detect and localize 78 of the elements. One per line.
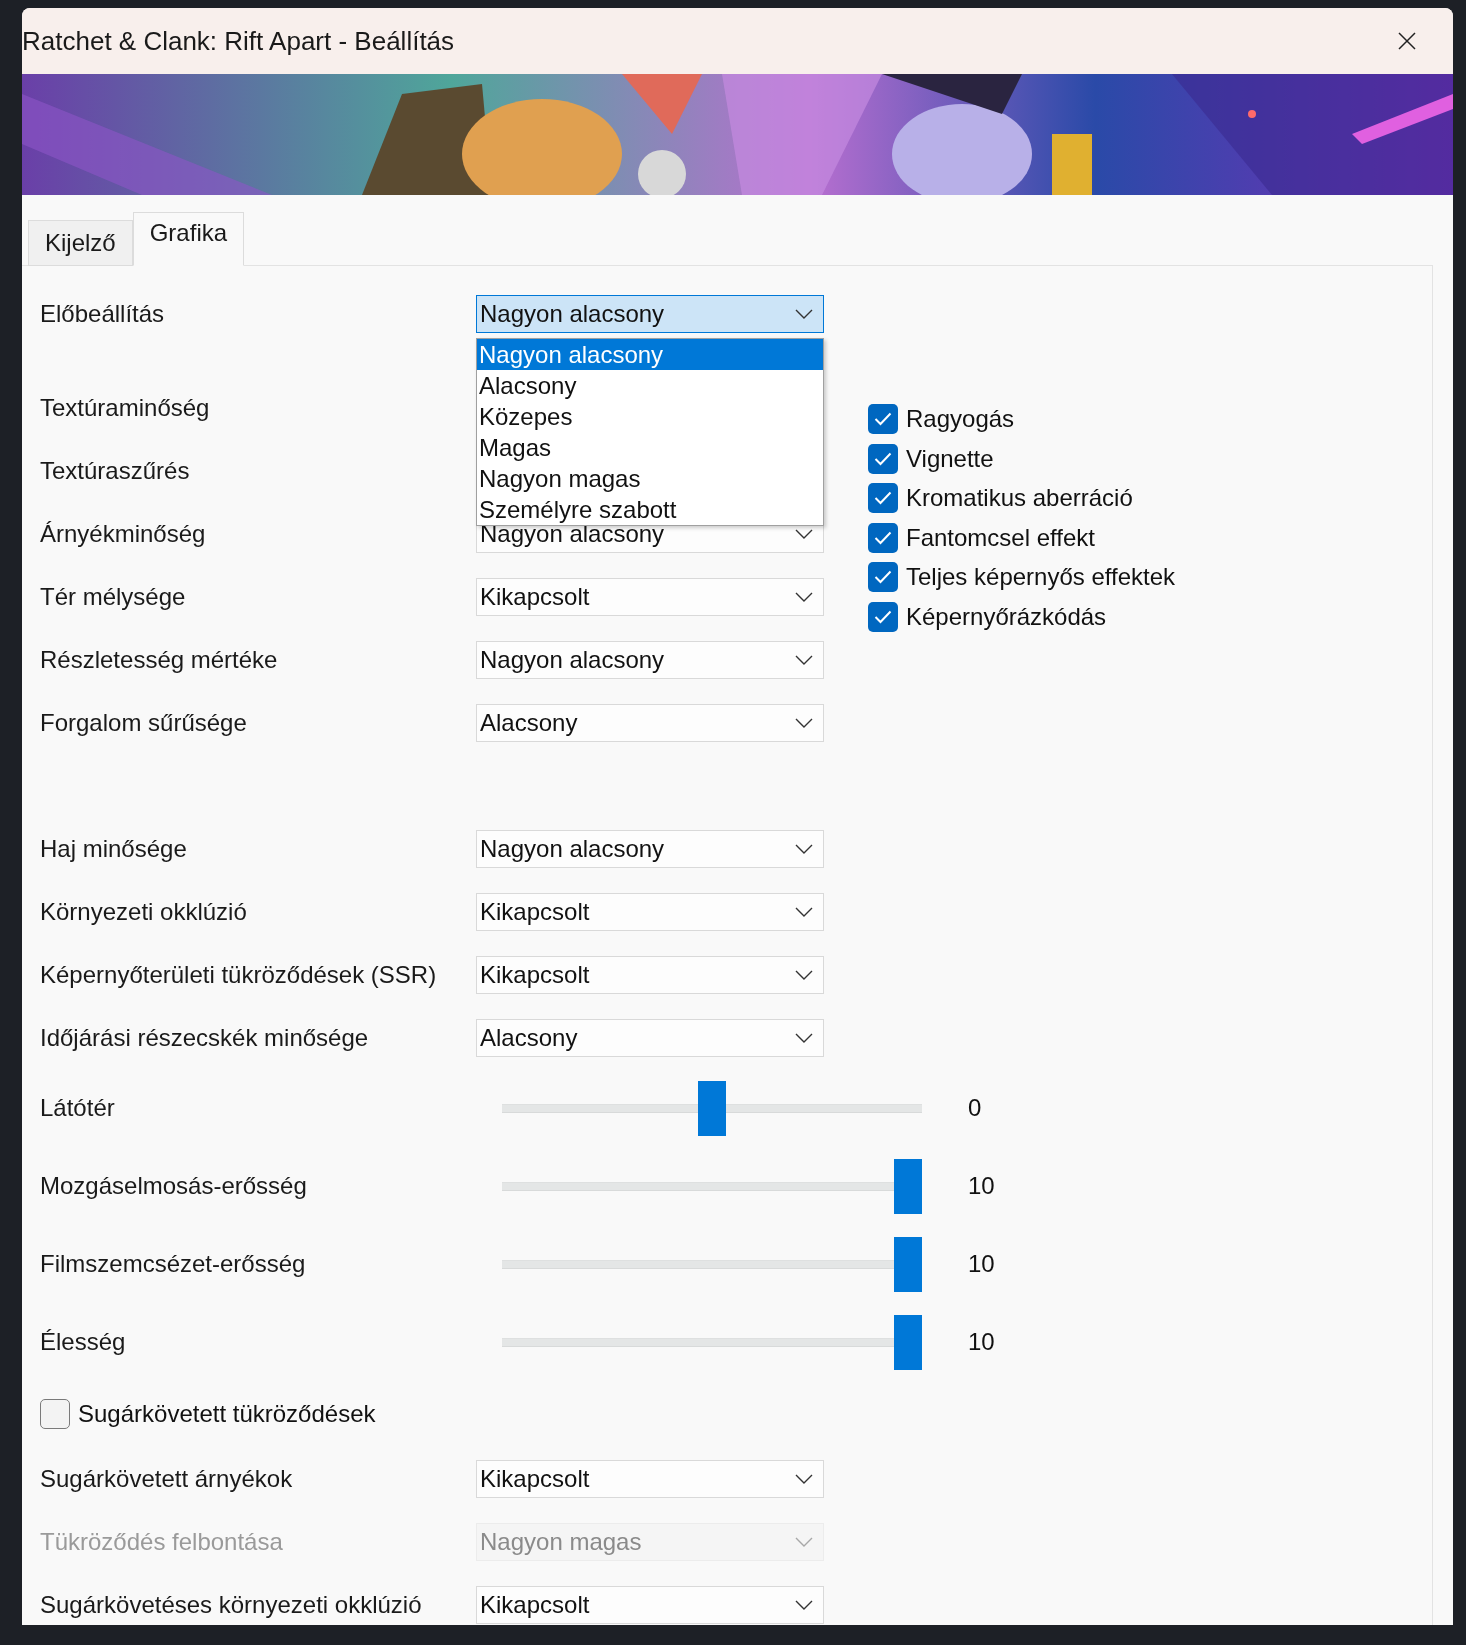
dropdown-option[interactable]: Nagyon magas <box>477 463 823 494</box>
checkbox[interactable] <box>40 1399 70 1429</box>
setting-label: Látótér <box>40 1094 116 1122</box>
setting-label: Sugárkövetéses környezeti okklúzió <box>40 1590 423 1619</box>
setting-label: Előbeállítás <box>40 300 166 328</box>
chevron-down-icon <box>795 528 813 539</box>
dropdown[interactable]: Kikapcsolt <box>476 955 824 994</box>
chevron-down-icon <box>795 309 813 319</box>
checkbox-label: Ragyogás <box>906 405 1015 433</box>
setting-label: Időjárási részecskék minősége <box>40 1023 370 1052</box>
tab[interactable]: Kijelző <box>28 220 133 266</box>
checkbox[interactable] <box>868 404 898 434</box>
slider-thumb[interactable] <box>698 1080 726 1136</box>
setting-label: Tükröződés felbontása <box>40 1527 284 1556</box>
chevron-down-icon <box>795 717 813 728</box>
setting-label: Textúraszűrés <box>40 456 191 485</box>
checkmark-icon <box>874 451 892 466</box>
checkmark-icon <box>874 570 892 584</box>
slider-value: 10 <box>968 1172 995 1200</box>
setting-label: Tér mélysége <box>40 582 187 611</box>
checkbox[interactable] <box>868 562 898 592</box>
setting-label: Textúraminőség <box>40 393 211 422</box>
setting-label: Képernyőterületi tükröződések (SSR) <box>40 960 438 989</box>
checkbox[interactable] <box>868 443 898 474</box>
checkmark-icon <box>874 609 892 624</box>
chevron-down-icon <box>795 843 813 854</box>
setting-label: Haj minősége <box>40 834 188 863</box>
chevron-down-icon <box>795 1473 813 1484</box>
checkbox[interactable] <box>868 522 898 553</box>
setting-label: Mozgáselmosás-erősség <box>40 1172 308 1200</box>
dropdown[interactable]: Kikapcsolt <box>476 577 824 616</box>
dropdown[interactable]: Nagyon alacsony <box>476 829 824 868</box>
dropdown[interactable]: Kikapcsolt <box>476 1459 824 1498</box>
checkbox-label: Teljes képernyős effektek <box>906 563 1176 591</box>
slider-thumb[interactable] <box>894 1158 922 1214</box>
chevron-down-icon <box>795 591 813 602</box>
checkmark-icon <box>874 412 892 426</box>
dropdown-option[interactable]: Nagyon alacsony <box>477 339 823 370</box>
slider-value: 10 <box>968 1328 995 1356</box>
dropdown[interactable]: Alacsony <box>476 1018 824 1057</box>
slider-thumb[interactable] <box>894 1236 922 1292</box>
checkbox[interactable] <box>868 601 898 632</box>
setting-label: Élesség <box>40 1328 127 1356</box>
setting-label: Árnyékminőség <box>40 519 207 548</box>
slider-value: 0 <box>968 1094 982 1122</box>
dropdown[interactable]: Nagyon alacsony <box>476 295 824 333</box>
setting-label: Környezeti okklúzió <box>40 897 248 926</box>
dropdown-option[interactable]: Személyre szabott <box>477 494 823 525</box>
window-title: Ratchet & Clank: Rift Apart - Beállítás <box>22 25 455 57</box>
slider-thumb[interactable] <box>894 1314 922 1370</box>
dropdown[interactable]: Alacsony <box>476 703 824 742</box>
dropdown-option[interactable]: Közepes <box>477 401 823 432</box>
chevron-down-icon <box>795 906 813 917</box>
dropdown[interactable]: Nagyon alacsony <box>476 640 824 679</box>
setting-label: Részletesség mértéke <box>40 645 279 674</box>
checkmark-icon <box>874 491 892 505</box>
setting-label: Forgalom sűrűsége <box>40 708 248 737</box>
setting-label: Filmszemcsézet-erősség <box>40 1250 307 1278</box>
checkbox-label: Kromatikus aberráció <box>906 484 1133 512</box>
slider-value: 10 <box>968 1250 995 1278</box>
dropdown-option[interactable]: Magas <box>477 432 823 463</box>
checkmark-icon <box>874 530 892 545</box>
chevron-down-icon <box>795 1032 813 1043</box>
checkbox-label: Fantomcsel effekt <box>906 523 1095 552</box>
chevron-down-icon <box>795 1599 813 1610</box>
dropdown[interactable]: Kikapcsolt <box>476 892 824 931</box>
chevron-down-icon <box>795 654 813 665</box>
checkbox-label: Képernyőrázkódás <box>906 602 1107 631</box>
dropdown[interactable]: Kikapcsolt <box>476 1585 824 1624</box>
close-icon <box>1398 32 1416 50</box>
dropdown-option[interactable]: Alacsony <box>477 370 823 401</box>
checkbox-label: Sugárkövetett tükröződések <box>78 1400 376 1428</box>
checkbox-label: Vignette <box>906 444 994 473</box>
tab[interactable]: Grafika <box>132 212 245 266</box>
chevron-down-icon <box>795 1536 813 1547</box>
checkbox[interactable] <box>868 483 898 513</box>
setting-label: Sugárkövetett árnyékok <box>40 1464 294 1493</box>
chevron-down-icon <box>795 969 813 980</box>
